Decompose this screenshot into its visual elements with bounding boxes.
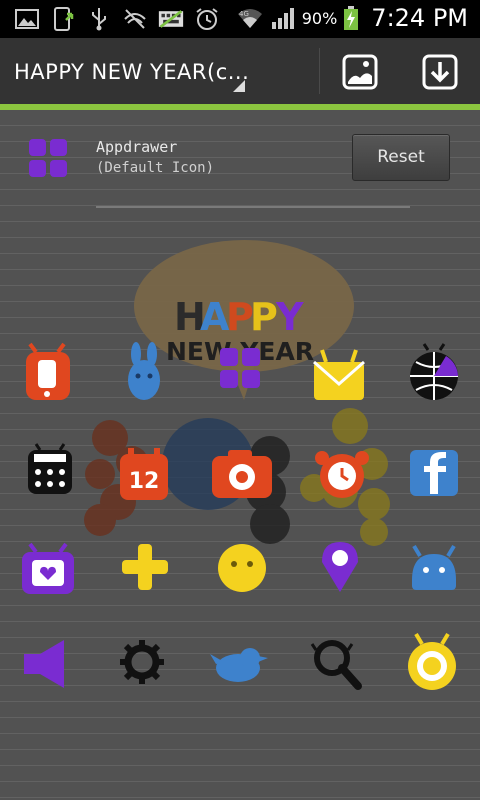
download-icon[interactable]: [418, 50, 462, 94]
mail-icon: [313, 349, 365, 400]
facebook-icon: [410, 450, 458, 496]
clock: 7:24 PM: [371, 4, 468, 32]
yellow-clock-icon: [408, 632, 456, 690]
banner-line-2: NEW YEAR: [166, 337, 314, 366]
appdrawer-sublabel: (Default Icon): [96, 160, 215, 176]
keyboard-icon: [158, 10, 184, 28]
alarm-icon: [196, 8, 218, 30]
location-pin-icon: [322, 542, 358, 592]
action-divider: [319, 48, 320, 94]
yellow-monster-icon: [218, 544, 266, 592]
dropdown-caret-icon[interactable]: [233, 80, 245, 92]
theme-title-dropdown[interactable]: HAPPY NEW YEAR(c...: [14, 60, 249, 84]
battery-percent: 90%: [301, 8, 338, 28]
svg-text:4G: 4G: [239, 10, 249, 18]
divider: [96, 206, 410, 208]
android-icon: [412, 544, 456, 590]
usb-icon: [92, 8, 106, 31]
banner-letter-5: Y: [275, 295, 304, 339]
no-signal-icon: [124, 9, 146, 29]
theme-preview: H A P P Y NEW YEAR 12: [22, 240, 458, 690]
browser-globe-icon: [410, 343, 458, 400]
calculator-icon: [28, 443, 72, 494]
search-icon: [310, 640, 362, 690]
calendar-day: 12: [129, 469, 160, 494]
gallery-icon: [15, 9, 39, 29]
wifi-icon: 4G: [237, 9, 262, 28]
calendar-icon: 12: [120, 448, 168, 500]
signal-icon: [271, 8, 294, 29]
bird-icon: [210, 648, 268, 682]
battery-charging-icon: [344, 6, 359, 30]
happy-banner: H A P P Y: [174, 295, 304, 339]
tv-heart-icon: [22, 542, 74, 594]
preview-area: Appdrawer (Default Icon) Reset H A P P Y…: [0, 110, 480, 800]
phone-download-icon: [54, 7, 74, 31]
phone-app-icon: [26, 342, 70, 400]
wallpaper-icon[interactable]: [338, 50, 382, 94]
camera-icon: [212, 450, 272, 498]
appdrawer-icon: [29, 139, 67, 177]
status-bar: 4G 90% 7:24 PM: [0, 0, 480, 38]
contacts-bunny-icon: [128, 342, 160, 400]
plus-icon: [122, 544, 168, 590]
action-bar: HAPPY NEW YEAR(c...: [0, 38, 480, 104]
appdrawer-label: Appdrawer: [96, 138, 178, 156]
banner-letter-4: P: [250, 295, 278, 339]
settings-gear-icon: [120, 640, 164, 684]
speaker-icon: [24, 640, 64, 688]
appdrawer-row: Appdrawer (Default Icon) Reset: [0, 110, 480, 206]
reset-button[interactable]: Reset: [352, 134, 450, 181]
